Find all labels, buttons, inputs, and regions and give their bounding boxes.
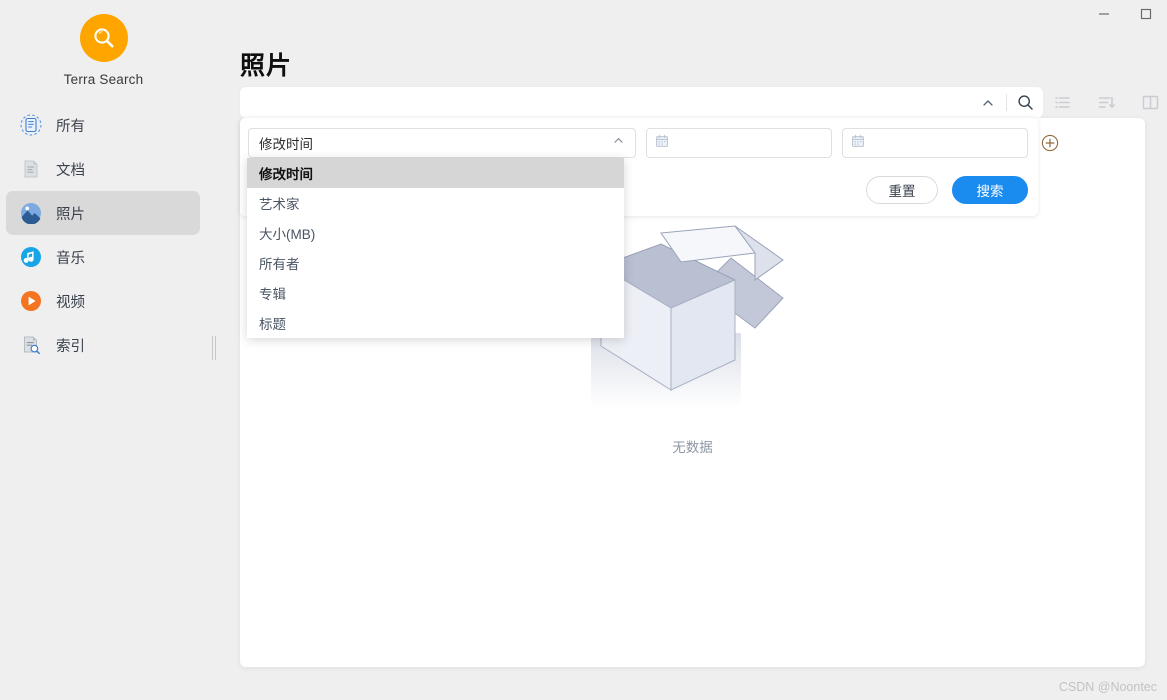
photo-icon	[20, 202, 42, 225]
view-toolbar	[1047, 87, 1165, 118]
sidebar-item-label: 文档	[56, 162, 85, 179]
date-to-input[interactable]	[873, 136, 1019, 150]
dropdown-option[interactable]: 标题	[247, 308, 624, 338]
sidebar-nav: 所有 文档 照片 音乐 视频 索引	[0, 103, 207, 367]
dropdown-option[interactable]: 专辑	[247, 278, 624, 308]
all-files-icon	[20, 114, 42, 136]
dropdown-option[interactable]: 修改时间	[247, 158, 624, 188]
sort-icon[interactable]	[1091, 88, 1121, 118]
dropdown-option[interactable]: 所有者	[247, 248, 624, 278]
calendar-icon	[851, 134, 865, 153]
date-from-field[interactable]	[646, 128, 832, 158]
sidebar-item-label: 视频	[56, 294, 85, 311]
watermark: CSDN @Noontec	[1058, 680, 1157, 694]
sidebar-item-index[interactable]: 索引	[6, 323, 200, 367]
filter-row: 修改时间	[248, 128, 1060, 158]
filter-field-dropdown[interactable]: 修改时间 艺术家 大小(MB) 所有者 专辑 标题	[247, 158, 624, 338]
sidebar-item-photos[interactable]: 照片	[6, 191, 200, 235]
index-icon	[20, 334, 42, 356]
sidebar-item-label: 照片	[56, 206, 85, 223]
video-icon	[20, 290, 42, 312]
empty-state-text: 无数据	[672, 440, 713, 455]
sidebar-item-videos[interactable]: 视频	[6, 279, 200, 323]
filter-field-select[interactable]: 修改时间	[248, 128, 636, 158]
plus-circle-icon[interactable]	[1040, 133, 1060, 153]
chevron-up-icon[interactable]	[970, 87, 1006, 118]
sidebar-item-music[interactable]: 音乐	[6, 235, 200, 279]
calendar-icon	[655, 134, 669, 153]
sidebar-item-label: 索引	[56, 338, 85, 355]
document-icon	[20, 158, 42, 180]
music-icon	[20, 246, 42, 268]
search-icon[interactable]	[1007, 87, 1043, 118]
search-button[interactable]: 搜索	[952, 176, 1028, 204]
search-bar	[240, 87, 1043, 118]
list-view-icon[interactable]	[1047, 88, 1077, 118]
filter-field-select-value: 修改时间	[259, 137, 313, 152]
dropdown-option[interactable]: 大小(MB)	[247, 218, 624, 248]
app-branding: Terra Search	[0, 14, 207, 87]
sidebar-item-all[interactable]: 所有	[6, 103, 200, 147]
main-area: 照片 无数据 修改时间 重置 搜索	[207, 0, 1167, 700]
sidebar: Terra Search 所有 文档 照片 音乐 视频 索引	[0, 0, 216, 700]
filter-actions: 重置 搜索	[866, 176, 1028, 204]
split-pane-icon[interactable]	[1135, 88, 1165, 118]
app-name: Terra Search	[63, 72, 144, 87]
chevron-up-icon	[612, 134, 625, 152]
search-logo-icon	[79, 14, 128, 62]
sidebar-item-label: 音乐	[56, 250, 85, 267]
date-to-field[interactable]	[842, 128, 1028, 158]
search-input[interactable]	[240, 88, 970, 117]
reset-button[interactable]: 重置	[866, 176, 938, 204]
app-window: Terra Search 所有 文档 照片 音乐 视频 索引 照片 无数据 修改…	[0, 0, 1167, 700]
dropdown-option[interactable]: 艺术家	[247, 188, 624, 218]
date-from-input[interactable]	[677, 136, 823, 150]
sidebar-item-label: 所有	[56, 118, 85, 135]
sidebar-item-documents[interactable]: 文档	[6, 147, 200, 191]
page-title: 照片	[240, 52, 293, 80]
